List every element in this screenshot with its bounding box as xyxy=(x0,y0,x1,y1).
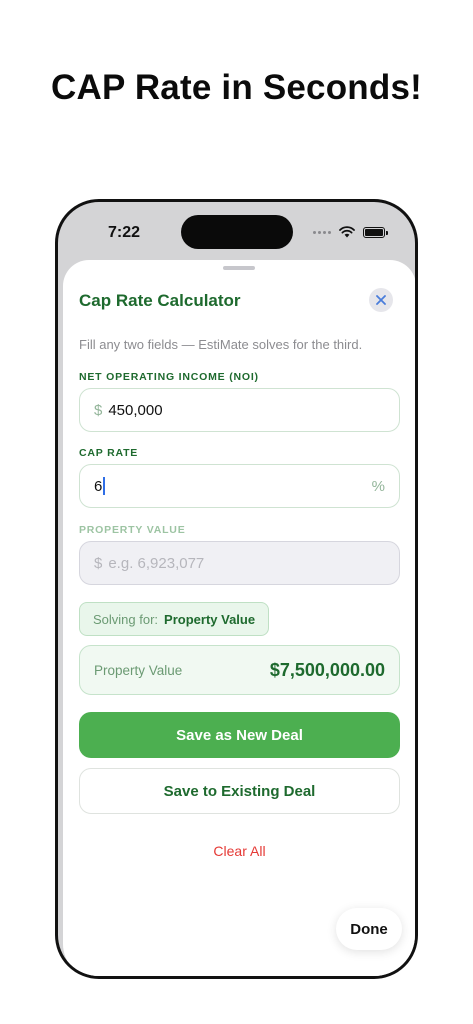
text-cursor xyxy=(103,477,106,495)
phone-frame: 7:22 Cap Rate Calculator Fill any two fi… xyxy=(55,199,418,979)
cap-rate-label: CAP RATE xyxy=(79,447,139,459)
result-card: Property Value $7,500,000.00 xyxy=(79,645,400,695)
cellular-dots-icon xyxy=(313,230,331,234)
property-value-label: PROPERTY VALUE xyxy=(79,524,186,536)
save-new-deal-button[interactable]: Save as New Deal xyxy=(79,712,400,758)
solving-for-value: Property Value xyxy=(164,611,256,627)
sheet-title: Cap Rate Calculator xyxy=(79,291,241,310)
currency-prefix: $ xyxy=(94,554,103,572)
done-button[interactable]: Done xyxy=(336,908,402,950)
noi-input[interactable]: $ 450,000 xyxy=(79,388,400,432)
sheet-grabber[interactable] xyxy=(223,266,255,270)
property-value-input[interactable]: $ e.g. 6,923,077 xyxy=(79,541,400,585)
sheet-subtitle: Fill any two fields — EstiMate solves fo… xyxy=(79,337,363,352)
property-value-placeholder: e.g. 6,923,077 xyxy=(108,554,205,572)
solving-for-chip: Solving for: Property Value xyxy=(79,602,270,636)
battery-icon xyxy=(363,226,388,238)
close-button[interactable] xyxy=(369,288,393,312)
currency-prefix: $ xyxy=(94,401,103,419)
promo-headline: CAP Rate in Seconds! xyxy=(51,68,422,107)
wifi-icon xyxy=(339,226,355,238)
close-icon xyxy=(376,295,386,305)
status-icons xyxy=(313,226,388,238)
noi-value: 450,000 xyxy=(108,401,163,419)
result-label: Property Value xyxy=(94,662,183,678)
cap-rate-input[interactable]: 6 % xyxy=(79,464,400,508)
clear-all-button[interactable]: Clear All xyxy=(63,843,415,859)
noi-label: NET OPERATING INCOME (NOI) xyxy=(79,371,259,383)
calculator-sheet: Cap Rate Calculator Fill any two fields … xyxy=(63,260,415,976)
percent-suffix: % xyxy=(371,477,385,495)
save-existing-deal-button[interactable]: Save to Existing Deal xyxy=(79,768,400,814)
status-time: 7:22 xyxy=(108,224,141,241)
solving-for-label: Solving for: xyxy=(93,611,159,627)
cap-rate-value: 6 xyxy=(94,477,103,495)
result-value: $7,500,000.00 xyxy=(269,659,385,680)
dynamic-island xyxy=(181,215,293,249)
